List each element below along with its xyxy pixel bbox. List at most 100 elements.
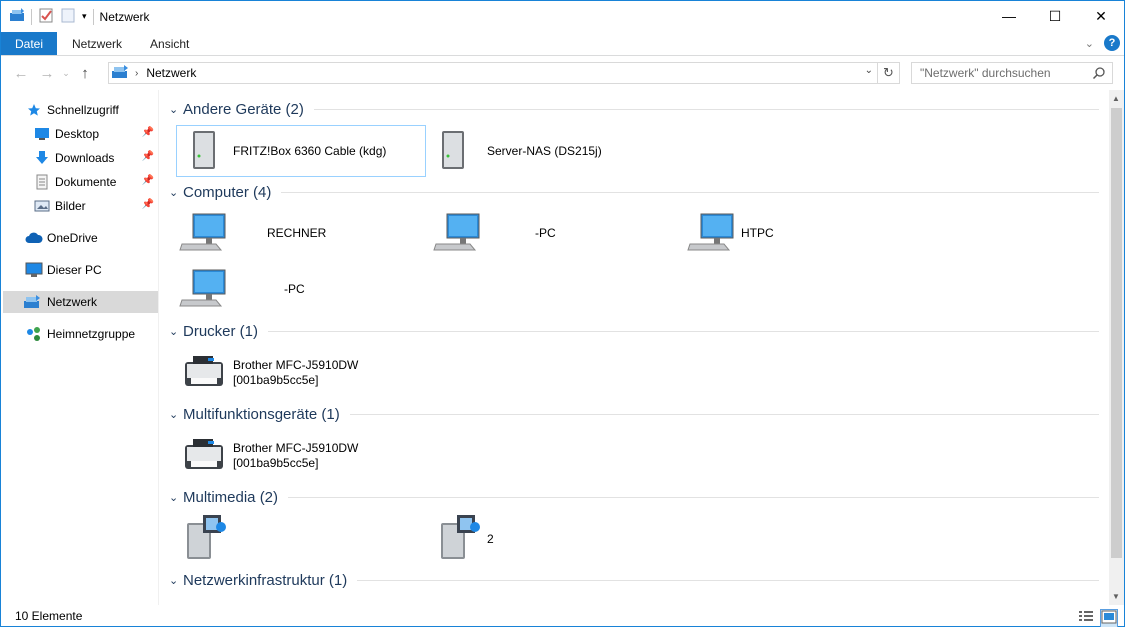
sidebar-item-onedrive[interactable]: OneDrive (3, 227, 158, 249)
pc-icon (25, 261, 43, 279)
sidebar-item-bilder[interactable]: Bilder 📌 (3, 195, 158, 217)
star-icon (25, 101, 43, 119)
group-title: Netzwerkinfrastruktur (1) (183, 571, 348, 589)
refresh-button[interactable]: ↻ (878, 62, 900, 84)
minimize-button[interactable]: — (986, 1, 1032, 31)
computer-tile-rechner[interactable]: RECHNER (179, 207, 429, 259)
sidebar-item-desktop[interactable]: Desktop 📌 (3, 123, 158, 145)
forward-button[interactable]: → (34, 62, 60, 86)
network-icon (111, 64, 129, 83)
search-icon (1092, 66, 1106, 83)
mfp-tile-brother[interactable]: Brother MFC-J5910DW [001ba9b5cc5e] (181, 430, 431, 482)
maximize-button[interactable]: ☐ (1032, 1, 1078, 31)
ribbon-controls: ⌄ ? (1085, 35, 1120, 51)
mfp-label: Brother MFC-J5910DW [001ba9b5cc5e] (233, 441, 358, 471)
scroll-up-icon[interactable]: ▲ (1112, 94, 1120, 103)
printer-name: Brother MFC-J5910DW (233, 358, 359, 372)
network-icon[interactable] (9, 7, 25, 26)
chevron-down-icon[interactable]: ⌄ (169, 574, 183, 587)
computer-tile-htpc[interactable]: HTPC (687, 207, 937, 259)
device-label: FRITZ!Box 6360 Cable (kdg) (233, 143, 387, 158)
breadcrumb-separator-icon[interactable]: › (135, 68, 138, 79)
chevron-down-icon[interactable]: ⌄ (169, 491, 183, 504)
sidebar-item-label: Downloads (55, 151, 115, 165)
pin-icon[interactable]: 📌 (142, 175, 154, 186)
sidebar-item-label: OneDrive (47, 231, 98, 245)
properties-icon[interactable] (38, 7, 54, 26)
group-header-multimedia[interactable]: ⌄ Multimedia (2) (169, 486, 1099, 508)
sidebar-item-dieser-pc[interactable]: Dieser PC (3, 259, 158, 281)
scrollbar-thumb[interactable] (1111, 108, 1122, 558)
group-header-multifunktionsgeraete[interactable]: ⌄ Multifunktionsgeräte (1) (169, 403, 1099, 425)
toolbar-separator (92, 8, 94, 25)
vertical-scrollbar[interactable]: ▲ ▼ (1109, 90, 1124, 605)
device-tile-server-nas[interactable]: Server-NAS (DS215j) (431, 125, 681, 177)
scroll-down-icon[interactable]: ▼ (1112, 592, 1120, 601)
download-icon (33, 149, 51, 167)
tab-netzwerk[interactable]: Netzwerk (57, 32, 134, 55)
address-row: ← → ⌄ ↑ › Netzwerk ⌄ ↻ "Netzwerk" durchs… (1, 57, 1124, 90)
sidebar-item-netzwerk[interactable]: Netzwerk (3, 291, 158, 313)
chevron-down-icon[interactable]: ⌄ (865, 65, 873, 76)
close-button[interactable]: ✕ (1078, 1, 1124, 31)
address-bar[interactable]: › Netzwerk ⌄ (108, 62, 878, 84)
help-icon[interactable]: ? (1104, 35, 1120, 51)
group-divider (349, 413, 1099, 415)
group-header-netzwerkinfrastruktur[interactable]: ⌄ Netzwerkinfrastruktur (1) (169, 569, 1099, 591)
chevron-down-icon[interactable]: ⌄ (169, 408, 183, 421)
media-tile-2[interactable]: 2 (437, 513, 687, 565)
chevron-down-icon[interactable]: ⌄ (169, 103, 183, 116)
expand-ribbon-icon[interactable]: ⌄ (1085, 37, 1094, 50)
network-icon (23, 293, 41, 311)
sidebar-item-label: Schnellzugriff (47, 103, 119, 117)
tab-ansicht[interactable]: Ansicht (134, 32, 201, 55)
sidebar-item-downloads[interactable]: Downloads 📌 (3, 147, 158, 169)
details-view-icon[interactable] (1078, 609, 1094, 627)
sidebar-item-heimnetzgruppe[interactable]: Heimnetzgruppe (3, 323, 158, 345)
device-label: Server-NAS (DS215j) (487, 143, 602, 158)
printer-tile-brother[interactable]: Brother MFC-J5910DW [001ba9b5cc5e] (181, 347, 431, 399)
quick-access-toolbar: ▾ (1, 1, 94, 32)
chevron-down-icon[interactable]: ⌄ (169, 325, 183, 338)
pin-icon[interactable]: 📌 (142, 127, 154, 138)
pictures-icon (33, 197, 51, 215)
back-button[interactable]: ← (8, 62, 34, 86)
device-tile-fritzbox[interactable]: FRITZ!Box 6360 Cable (kdg) (176, 125, 426, 177)
tiles-view-icon[interactable] (1100, 609, 1118, 627)
breadcrumb[interactable]: Netzwerk (146, 66, 196, 80)
desktop-icon (33, 125, 51, 143)
pin-icon[interactable]: 📌 (142, 199, 154, 210)
group-title: Multifunktionsgeräte (1) (183, 405, 340, 423)
media-server-icon (183, 513, 229, 566)
group-header-andere-geraete[interactable]: ⌄ Andere Geräte (2) (169, 98, 1099, 120)
printer-id: [001ba9b5cc5e] (233, 373, 319, 387)
sidebar-item-schnellzugriff[interactable]: Schnellzugriff (3, 99, 158, 121)
tab-datei[interactable]: Datei (1, 32, 57, 55)
up-button[interactable]: ↑ (72, 62, 98, 86)
computer-label: -PC (535, 225, 556, 240)
recent-locations-button[interactable]: ⌄ (60, 62, 72, 86)
item-count: 10 Elemente (15, 609, 83, 623)
pin-icon[interactable]: 📌 (142, 151, 154, 162)
media-tile-1[interactable] (183, 513, 433, 565)
group-header-drucker[interactable]: ⌄ Drucker (1) (169, 320, 1099, 342)
customize-toolbar-icon[interactable]: ▾ (82, 11, 87, 22)
search-input[interactable]: "Netzwerk" durchsuchen (911, 62, 1113, 84)
group-title: Computer (4) (183, 183, 272, 201)
sidebar-item-dokumente[interactable]: Dokumente 📌 (3, 171, 158, 193)
mfp-name: Brother MFC-J5910DW (233, 441, 359, 455)
computer-label: HTPC (741, 225, 774, 240)
sidebar-item-label: Bilder (55, 199, 86, 213)
sidebar-item-label: Heimnetzgruppe (47, 327, 136, 341)
computer-tile-pc-2[interactable]: -PC (179, 263, 429, 315)
server-icon (187, 128, 221, 175)
window-controls: — ☐ ✕ (986, 1, 1124, 31)
group-header-computer[interactable]: ⌄ Computer (4) (169, 181, 1099, 203)
computer-tile-pc-1[interactable]: -PC (433, 207, 683, 259)
printer-icon (181, 435, 227, 478)
chevron-down-icon[interactable]: ⌄ (169, 186, 183, 199)
view-switcher (1078, 609, 1118, 627)
homegroup-icon (25, 325, 43, 343)
computer-icon (179, 266, 229, 313)
new-folder-icon[interactable] (60, 7, 76, 26)
